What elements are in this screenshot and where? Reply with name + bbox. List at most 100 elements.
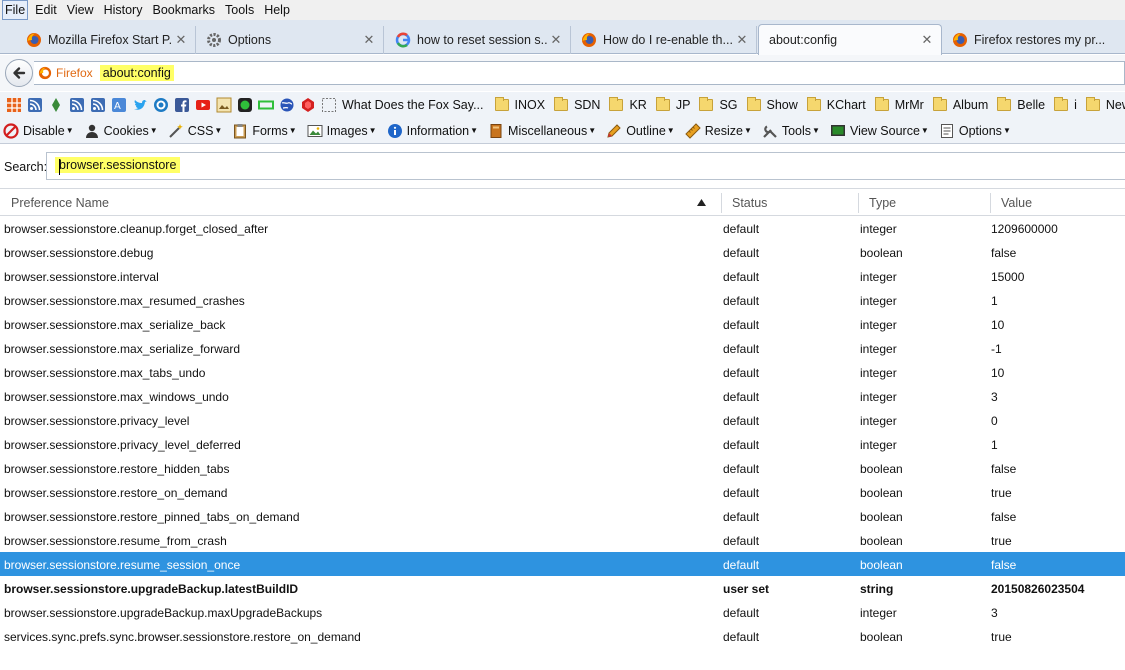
column-value[interactable]: Value <box>1001 196 1032 210</box>
table-row[interactable]: browser.sessionstore.resume_from_crash de… <box>0 528 1125 552</box>
table-row[interactable]: browser.sessionstore.max_windows_undo def… <box>0 384 1125 408</box>
menu-view[interactable]: View <box>64 1 97 19</box>
dev-cookies-menu[interactable]: Cookies ▼ <box>84 123 158 139</box>
chevron-down-icon: ▼ <box>149 126 158 135</box>
menu-file[interactable]: File <box>2 0 29 20</box>
table-row[interactable]: browser.sessionstore.privacy_level_defer… <box>0 432 1125 456</box>
close-icon[interactable]: ✕ <box>173 32 189 48</box>
column-divider[interactable] <box>858 193 859 213</box>
sort-ascending-icon <box>697 199 706 206</box>
menu-history[interactable]: History <box>101 1 146 19</box>
table-row[interactable]: browser.sessionstore.debug default boolean… <box>0 240 1125 264</box>
table-row[interactable]: browser.sessionstore.max_serialize_forwa… <box>0 336 1125 360</box>
table-row[interactable]: browser.sessionstore.privacy_level defaul… <box>0 408 1125 432</box>
bookmark-folder-inox[interactable]: INOX <box>494 97 545 112</box>
bookmark-folder-kr[interactable]: KR <box>609 97 647 112</box>
column-divider[interactable] <box>990 193 991 213</box>
table-row[interactable]: browser.sessionstore.cleanup.forget_clos… <box>0 216 1125 240</box>
facebook-icon[interactable] <box>174 97 190 113</box>
tab-about-config[interactable]: about:config ✕ <box>758 24 942 55</box>
close-icon[interactable]: ✕ <box>734 32 750 48</box>
bookmark-folder-kchart[interactable]: KChart <box>806 97 866 112</box>
dev-forms-menu[interactable]: Forms ▼ <box>232 123 297 139</box>
menu-tools[interactable]: Tools <box>222 1 257 19</box>
table-row[interactable]: browser.sessionstore.interval default inte… <box>0 264 1125 288</box>
tab-how-to-reset[interactable]: how to reset session s... ✕ <box>387 26 571 54</box>
bookmark-folder-show[interactable]: Show <box>746 97 798 112</box>
back-button[interactable] <box>5 59 33 87</box>
close-icon[interactable]: ✕ <box>919 32 935 48</box>
bookmark-folder-jp[interactable]: JP <box>655 97 690 112</box>
dev-images-menu[interactable]: Images ▼ <box>307 123 377 139</box>
dotted-square-icon[interactable] <box>321 97 337 113</box>
grid-icon[interactable] <box>6 97 22 113</box>
rss-icon[interactable] <box>27 97 43 113</box>
dev-miscellaneous-menu[interactable]: Miscellaneous ▼ <box>488 123 596 139</box>
tab-options[interactable]: Options ✕ <box>198 26 384 54</box>
url-bar[interactable]: Firefox about:config <box>34 61 1125 85</box>
menu-edit[interactable]: Edit <box>32 1 60 19</box>
table-row[interactable]: browser.sessionstore.restore_on_demand de… <box>0 480 1125 504</box>
pref-status-cell: default <box>723 294 760 308</box>
rss-icon[interactable] <box>90 97 106 113</box>
search-input[interactable]: browser.sessionstore <box>46 152 1125 180</box>
table-row[interactable]: browser.sessionstore.max_serialize_back d… <box>0 312 1125 336</box>
bookmark-folder-sdn[interactable]: SDN <box>554 97 600 112</box>
close-icon[interactable]: ✕ <box>361 32 377 48</box>
table-row[interactable]: services.sync.prefs.sync.browser.session… <box>0 624 1125 648</box>
red-gem-icon[interactable] <box>300 97 316 113</box>
dev-view-source-menu[interactable]: View Source ▼ <box>830 123 929 139</box>
translate-icon[interactable]: A <box>111 97 127 113</box>
site-identity[interactable]: Firefox <box>34 66 93 80</box>
table-row[interactable]: browser.sessionstore.max_resumed_crashes… <box>0 288 1125 312</box>
info-icon <box>387 123 402 138</box>
rectangle-icon[interactable] <box>258 97 274 113</box>
pref-value-cell: 3 <box>991 390 998 404</box>
dev-disable-menu[interactable]: Disable ▼ <box>3 122 74 139</box>
dev-resize-menu[interactable]: Resize ▼ <box>685 122 752 139</box>
diamond-icon[interactable] <box>48 97 64 113</box>
bookmark-folder-mrmr[interactable]: MrMr <box>874 97 924 112</box>
table-row[interactable]: browser.sessionstore.max_tabs_undo defaul… <box>0 360 1125 384</box>
rss-icon[interactable] <box>69 97 85 113</box>
bookmark-what-does-the-fox-say[interactable]: What Does the Fox Say... <box>342 98 484 112</box>
menu-bookmarks[interactable]: Bookmarks <box>149 1 218 19</box>
pref-name-cell: browser.sessionstore.upgradeBackup.lates… <box>4 582 299 596</box>
bookmark-folder-belle[interactable]: Belle <box>997 97 1045 112</box>
dev-css-menu[interactable]: CSS ▼ <box>168 123 222 139</box>
youtube-icon[interactable] <box>195 97 211 113</box>
pref-name-cell: browser.sessionstore.restore_pinned_tabs… <box>4 510 300 524</box>
person-icon <box>85 124 98 138</box>
twitter-icon[interactable] <box>132 97 148 113</box>
globe-icon[interactable] <box>279 97 295 113</box>
chevron-down-icon: ▼ <box>812 126 820 135</box>
table-row[interactable]: browser.sessionstore.restore_hidden_tabs… <box>0 456 1125 480</box>
dev-information-menu[interactable]: Information ▼ <box>387 123 478 139</box>
close-icon[interactable]: ✕ <box>548 32 564 48</box>
tab-firefox-restores[interactable]: Firefox restores my pr... <box>944 26 1125 54</box>
bookmark-folder-sg[interactable]: SG <box>699 97 738 112</box>
table-row[interactable]: browser.sessionstore.resume_session_once… <box>0 552 1125 576</box>
pref-type-cell: boolean <box>860 534 903 548</box>
tab-firefox-start[interactable]: Mozilla Firefox Start P... ✕ <box>18 26 196 54</box>
dev-outline-menu[interactable]: Outline ▼ <box>606 123 675 139</box>
bookmark-folder-news[interactable]: News <box>1085 97 1125 112</box>
bookmark-folder-i[interactable]: i <box>1054 97 1077 112</box>
url-text[interactable]: about:config <box>99 65 174 81</box>
table-row[interactable]: browser.sessionstore.upgradeBackup.lates… <box>0 576 1125 600</box>
dev-tools-menu[interactable]: Tools ▼ <box>762 123 820 139</box>
column-preference-name[interactable]: Preference Name <box>11 196 109 210</box>
image-icon[interactable] <box>216 97 232 113</box>
column-divider[interactable] <box>721 193 722 213</box>
bookmark-folder-album[interactable]: Album <box>932 97 988 112</box>
table-row[interactable]: browser.sessionstore.upgradeBackup.maxUp… <box>0 600 1125 624</box>
target-icon[interactable] <box>153 97 169 113</box>
dev-options-menu[interactable]: Options ▼ <box>939 123 1011 139</box>
table-row[interactable]: browser.sessionstore.restore_pinned_tabs… <box>0 504 1125 528</box>
tab-how-do-i-reenable[interactable]: How do I re-enable th... ✕ <box>573 26 757 54</box>
menu-help[interactable]: Help <box>261 1 293 19</box>
green-circle-icon[interactable] <box>237 97 253 113</box>
column-type[interactable]: Type <box>869 196 896 210</box>
column-status[interactable]: Status <box>732 196 767 210</box>
pref-value-cell: 0 <box>991 414 998 428</box>
